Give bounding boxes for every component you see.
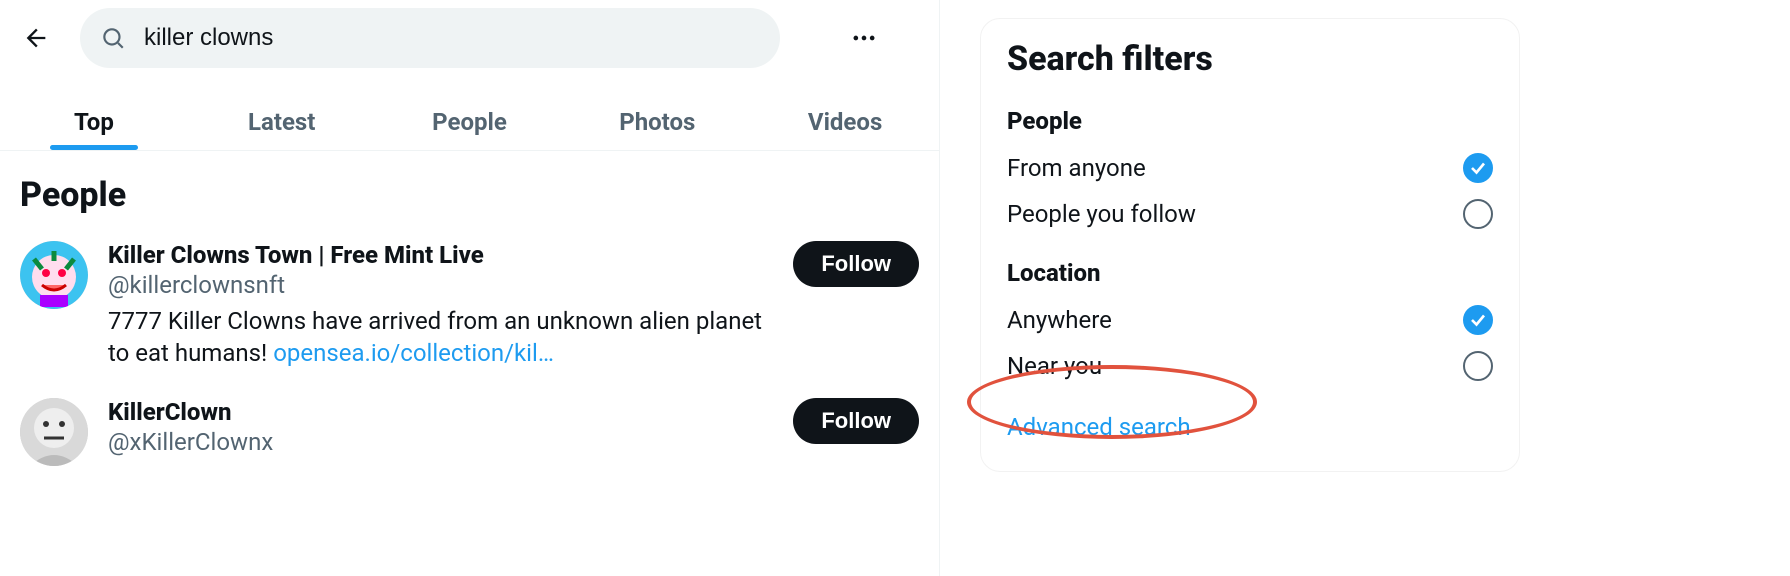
back-button[interactable] xyxy=(16,18,56,58)
filter-option-label: From anyone xyxy=(1007,154,1146,182)
filter-option[interactable]: Anywhere xyxy=(1007,297,1493,343)
bio: 7777 Killer Clowns have arrived from an … xyxy=(108,305,788,370)
tab-photos[interactable]: Photos xyxy=(563,90,751,150)
person-row[interactable]: KillerClown@xKillerClownxFollow xyxy=(0,384,939,480)
follow-button[interactable]: Follow xyxy=(793,398,919,444)
radio-checked[interactable] xyxy=(1463,305,1493,335)
more-icon xyxy=(850,24,878,52)
more-button[interactable] xyxy=(844,18,884,58)
bio-link[interactable]: opensea.io/collection/kil… xyxy=(273,339,554,367)
follow-button[interactable]: Follow xyxy=(793,241,919,287)
filter-option[interactable]: From anyone xyxy=(1007,145,1493,191)
filter-option[interactable]: People you follow xyxy=(1007,191,1493,237)
search-header xyxy=(0,0,939,76)
filter-group-label: People xyxy=(1007,107,1493,135)
filter-option-label: Near you xyxy=(1007,352,1102,380)
search-icon xyxy=(100,25,126,51)
search-bar[interactable] xyxy=(80,8,780,68)
filter-option[interactable]: Near you xyxy=(1007,343,1493,389)
tab-latest[interactable]: Latest xyxy=(188,90,376,150)
search-filters-card: Search filters People From anyone People y… xyxy=(980,18,1520,472)
tab-people[interactable]: People xyxy=(376,90,564,150)
radio[interactable] xyxy=(1463,199,1493,229)
radio[interactable] xyxy=(1463,351,1493,381)
tabs: TopLatestPeoplePhotosVideos xyxy=(0,90,939,151)
filter-option-label: Anywhere xyxy=(1007,306,1112,334)
filter-option-label: People you follow xyxy=(1007,200,1196,228)
radio-checked[interactable] xyxy=(1463,153,1493,183)
display-name: KillerClown xyxy=(108,398,793,426)
section-title-people: People xyxy=(0,151,939,227)
main-column: TopLatestPeoplePhotosVideos People Kille… xyxy=(0,0,940,576)
sidebar: Search filters People From anyone People y… xyxy=(940,0,1790,576)
handle: @killerclownsnft xyxy=(108,271,793,299)
advanced-search-link[interactable]: Advanced search xyxy=(1007,413,1191,441)
tab-top[interactable]: Top xyxy=(0,90,188,150)
avatar[interactable] xyxy=(20,398,88,466)
handle: @xKillerClownx xyxy=(108,428,793,456)
avatar[interactable] xyxy=(20,241,88,309)
filter-group-label: Location xyxy=(1007,259,1493,287)
arrow-left-icon xyxy=(22,24,50,52)
search-input[interactable] xyxy=(144,24,760,52)
filters-title: Search filters xyxy=(1007,39,1493,79)
display-name: Killer Clowns Town | Free Mint Live xyxy=(108,241,793,269)
tab-videos[interactable]: Videos xyxy=(751,90,939,150)
people-list: Killer Clowns Town | Free Mint Live@kill… xyxy=(0,227,939,480)
person-row[interactable]: Killer Clowns Town | Free Mint Live@kill… xyxy=(0,227,939,384)
